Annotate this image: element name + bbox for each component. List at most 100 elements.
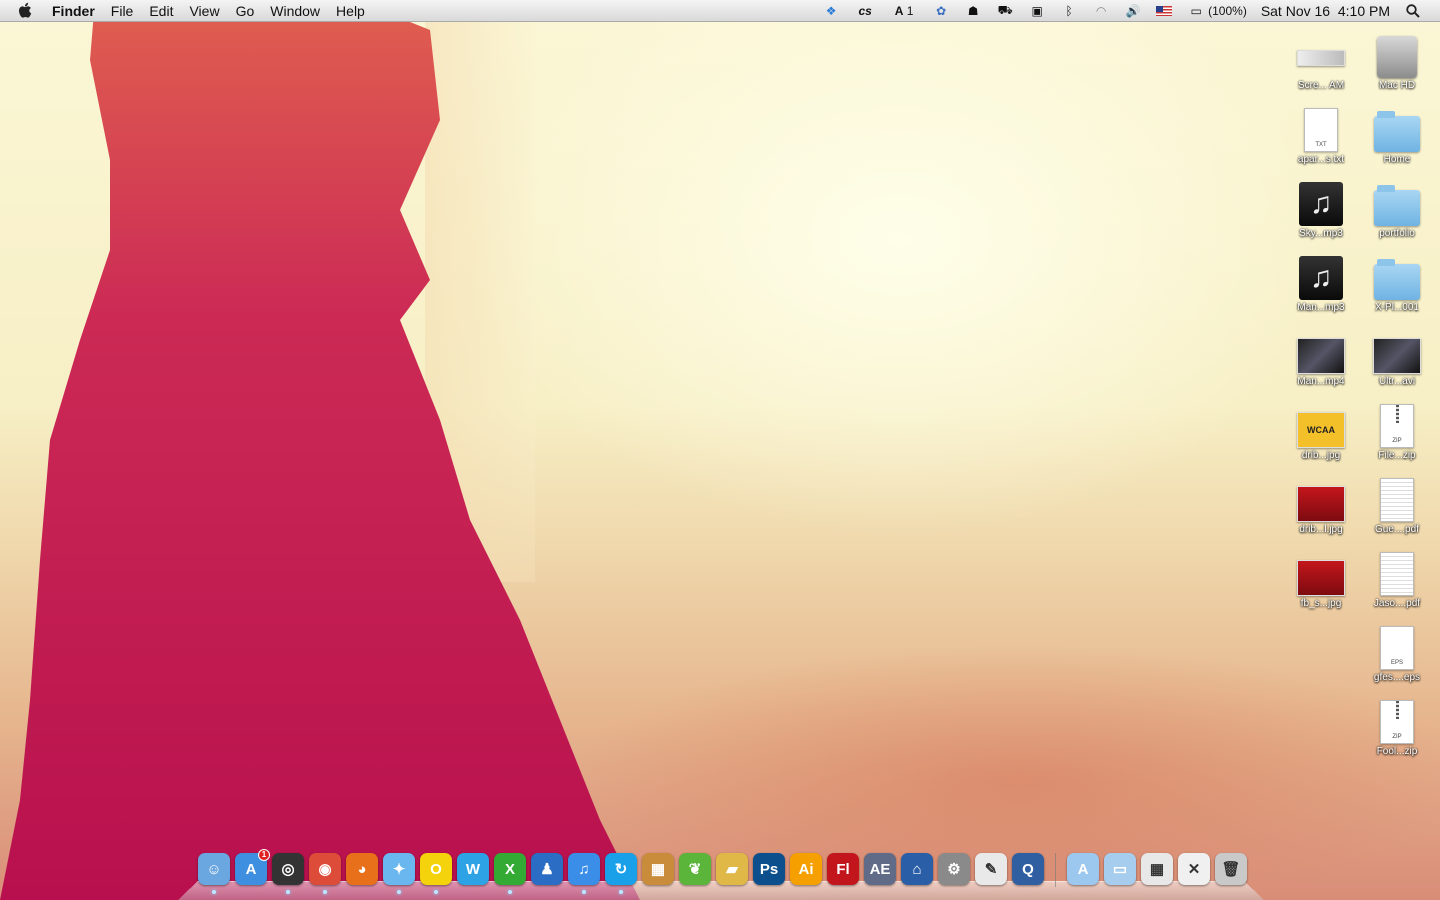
desktop-icon-label: Man...mp3 [1297,302,1345,313]
archive-icon[interactable]: ▦ [642,853,674,885]
desktop-icon-pdf[interactable]: Jaso....pdf [1362,548,1432,609]
folder-icon [1373,252,1421,300]
desktop-icon-label: portfolio [1379,228,1415,239]
music-icon: ♫ [1297,178,1345,226]
menu-help[interactable]: Help [328,3,373,19]
desktop-icon-folder[interactable]: portfolio [1362,178,1432,239]
firefox-icon[interactable]: ◕ [346,853,378,885]
desktop-icon-txt[interactable]: TXT apar...s.txt [1286,104,1356,165]
app-store-badge: 1 [258,849,270,861]
file-type-tag: ZIP [1380,700,1414,744]
desktop-icon-label: Gue....pdf [1375,524,1419,535]
transmit-icon[interactable]: ▰ [716,853,748,885]
textedit-icon[interactable]: ✎ [975,853,1007,885]
file-type-tag: TXT [1304,108,1338,152]
desktop-icon-video[interactable]: Man...mp4 [1286,326,1356,387]
volume-icon[interactable]: 🔊 [1124,3,1142,19]
desktop-icon-zip[interactable]: ZIP Fool...zip [1362,696,1432,757]
menu-file[interactable]: File [103,3,142,19]
dropbox-icon[interactable]: ❖ [822,3,840,19]
desktop-icon-music[interactable]: ♫ Sky...mp3 [1286,178,1356,239]
spotlight-search-icon[interactable] [1404,3,1422,19]
desktop-icon-image[interactable]: drib...l.jpg [1286,474,1356,535]
trash-icon[interactable]: 🗑 [1215,853,1247,885]
clock[interactable]: Sat Nov 16 4:10 PM [1261,3,1390,19]
dashboard-icon[interactable]: ◎ [272,853,304,894]
apple-menu-icon[interactable] [0,2,44,19]
desktop-icon-eps[interactable]: EPS gfes....eps [1362,622,1432,683]
menu-window[interactable]: Window [262,3,328,19]
pdf-icon [1373,548,1421,596]
excel-doc-stack-icon[interactable]: ✕ [1178,853,1210,885]
harddisk-icon [1373,30,1421,78]
menu-edit[interactable]: Edit [141,3,181,19]
wifi-icon[interactable]: ◠ [1092,3,1110,19]
music-icon: ♫ [1297,252,1345,300]
calculator-stack-icon[interactable]: ▦ [1141,853,1173,885]
chrome-icon[interactable]: ◉ [309,853,341,894]
txt-icon: TXT [1297,104,1345,152]
desktop-icon-label: apar...s.txt [1297,154,1345,165]
desktop-icon-folder[interactable]: Home [1362,104,1432,165]
system-preferences-icon[interactable]: ⚙ [938,853,970,885]
applications-stack-icon[interactable]: A [1067,853,1099,885]
eps-icon: EPS [1373,622,1421,670]
aftereffects-icon[interactable]: AE [864,853,896,885]
home-app-icon[interactable]: ⌂ [901,853,933,885]
desktop-icon-pdf[interactable]: Gue....pdf [1362,474,1432,535]
cs-menu-icon[interactable]: cs [854,3,876,19]
screenshot-icon [1297,30,1345,78]
menu-view[interactable]: View [181,3,227,19]
running-indicator [323,890,327,894]
bluetooth-icon[interactable]: ᛒ [1060,3,1078,19]
desktop-icon-label: Jaso....pdf [1373,598,1421,609]
safari-icon[interactable]: ✦ [383,853,415,894]
desktop-icon-label: Home [1383,154,1411,165]
adobe-updater-icon[interactable]: A 1 [890,3,918,19]
dock-separator [1055,853,1056,887]
desktop-icon-image[interactable]: WCAA drib...jpg [1286,400,1356,461]
battery-percent[interactable]: (100%) [1208,4,1247,18]
running-indicator [619,890,623,894]
desktop-icon-label: Mac HD [1378,80,1416,91]
desktop-icon-image[interactable]: fb_s...jpg [1286,548,1356,609]
transmit-truck-icon[interactable]: ⛟ [996,3,1014,19]
dock-apps: ☺ A 1 ◎ ◉ ◕ ✦ O W X ♟ ♫ ↻ ▦ ❦ ▰ Ps Ai Fl AE ⌂ ⚙ ✎ Q A ▭ ▦ ✕ 🗑 [198,849,1247,894]
app-menu-finder[interactable]: Finder [44,3,103,19]
finder-icon[interactable]: ☺ [198,853,230,894]
file-type-tag: ZIP [1380,404,1414,448]
menu-bar: Finder File Edit View Go Window Help ❖ c… [0,0,1440,22]
battery-icon[interactable]: ▭ [1186,3,1206,19]
dropbox-status-icon[interactable]: ▣ [1028,3,1046,19]
documents-stack-icon[interactable]: ▭ [1104,853,1136,885]
desktop-icon-screenshot[interactable]: Scre... AM [1286,30,1356,91]
word-icon[interactable]: W [457,853,489,885]
cyberduck-icon[interactable]: ♟ [531,853,563,885]
rdio-icon[interactable]: ↻ [605,853,637,894]
desktop-icon-zip[interactable]: ZIP File...zip [1362,400,1432,461]
desktop-icon-label: File...zip [1378,450,1416,461]
desktop-icon-harddisk[interactable]: Mac HD [1362,30,1432,91]
cloud-sync-icon[interactable]: ✿ [932,3,950,19]
folder-icon [1373,178,1421,226]
excel-icon[interactable]: X [494,853,526,894]
illustrator-icon[interactable]: Ai [790,853,822,885]
itunes-icon[interactable]: ♫ [568,853,600,894]
input-flag-us-icon[interactable] [1156,5,1173,16]
bowler-hat-icon[interactable]: ☗ [964,3,982,19]
evernote-icon[interactable]: ❦ [679,853,711,885]
wallpaper-cat-silhouette [0,0,640,900]
desktop-icon-label: fb_s...jpg [1300,598,1342,609]
photoshop-icon[interactable]: Ps [753,853,785,885]
image-icon [1297,548,1345,596]
app-store-icon[interactable]: A1 [235,849,270,885]
opera-icon[interactable]: O [420,853,452,894]
desktop-icon-music[interactable]: ♫ Man...mp3 [1286,252,1356,313]
file-type-tag: EPS [1380,626,1414,670]
menu-go[interactable]: Go [228,3,263,19]
quicktime-icon[interactable]: Q [1012,853,1044,885]
flash-icon[interactable]: Fl [827,853,859,885]
desktop-icon-folder[interactable]: X-Pl...001 [1362,252,1432,313]
desktop-icon-video[interactable]: Ultr...avi [1362,326,1432,387]
desktop-icon-label: gfes....eps [1373,672,1421,683]
